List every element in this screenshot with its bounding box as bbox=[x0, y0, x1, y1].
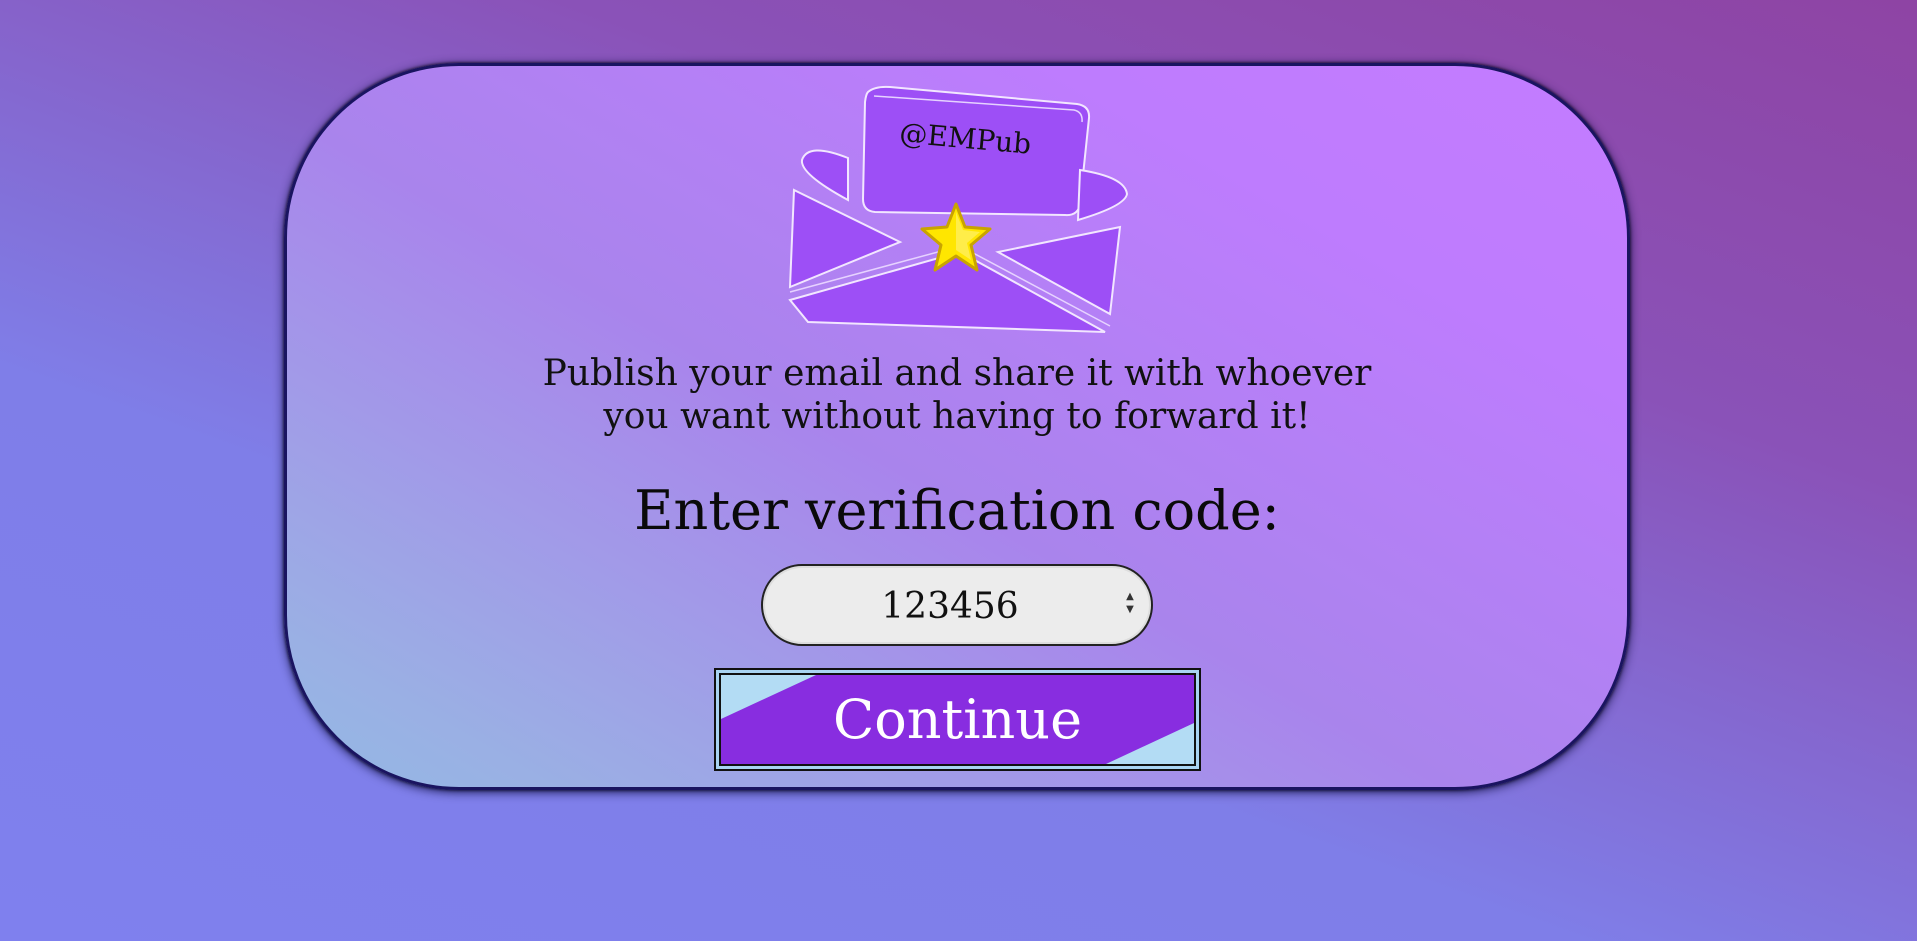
verification-code-field[interactable]: ▲ ▼ bbox=[761, 564, 1153, 646]
envelope-star-icon: @EMPub bbox=[788, 85, 1129, 333]
verification-code-input[interactable] bbox=[803, 574, 1097, 638]
continue-button[interactable]: Continue bbox=[714, 668, 1201, 771]
tagline-line-1: Publish your email and share it with who… bbox=[542, 353, 1372, 394]
verification-prompt: Enter verification code: bbox=[634, 479, 1280, 542]
number-spinner[interactable]: ▲ ▼ bbox=[1123, 590, 1137, 620]
continue-label[interactable]: Continue bbox=[721, 675, 1194, 764]
tagline: Publish your email and share it with who… bbox=[500, 352, 1414, 438]
tagline-line-2: you want without having to forward it! bbox=[603, 396, 1311, 437]
spinner-down-icon[interactable]: ▼ bbox=[1123, 603, 1137, 616]
continue-button-face[interactable]: Continue bbox=[719, 673, 1196, 766]
spinner-up-icon[interactable]: ▲ bbox=[1123, 590, 1137, 603]
